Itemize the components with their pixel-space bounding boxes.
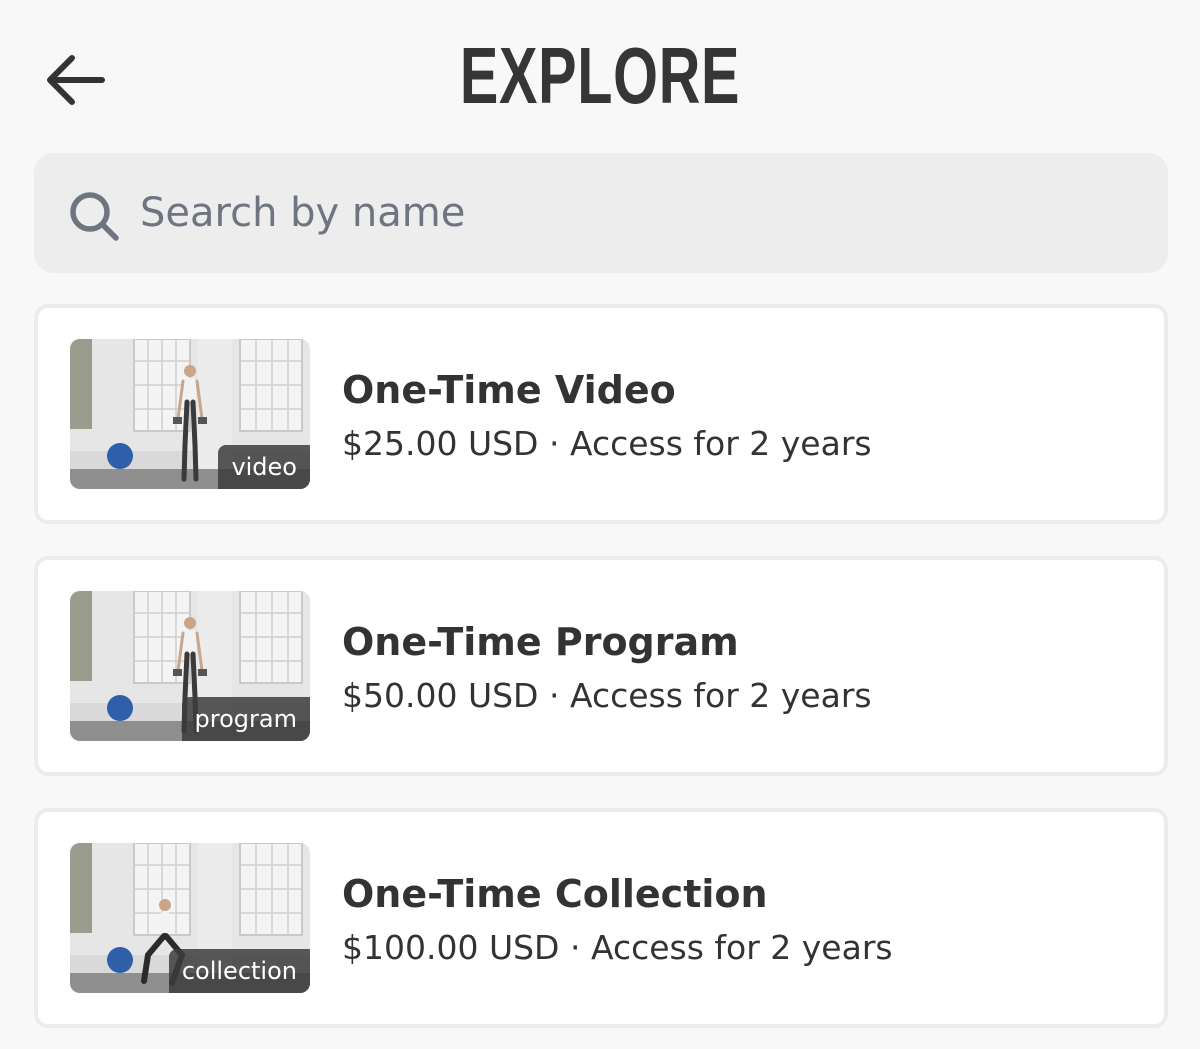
meta-separator: · (538, 424, 570, 463)
meta-separator: · (538, 676, 570, 715)
item-title: One-Time Collection (342, 872, 768, 916)
type-badge: program (181, 697, 310, 741)
type-badge: video (218, 445, 310, 489)
thumbnail-image: video (70, 339, 310, 489)
type-badge: collection (168, 949, 310, 993)
thumbnail-image: collection (70, 843, 310, 993)
item-meta: $100.00 USD · Access for 2 years (342, 926, 893, 970)
thumbnail-image: program (70, 591, 310, 741)
header: EXPLORE (0, 0, 1200, 150)
search-icon (70, 192, 119, 241)
item-title: One-Time Program (342, 620, 739, 664)
list-item[interactable]: collection One-Time Collection $100.00 U… (34, 808, 1168, 1028)
list-item[interactable]: video One-Time Video $25.00 USD · Access… (34, 304, 1168, 524)
page-title: EXPLORE (459, 31, 741, 120)
item-access: Access for 2 years (590, 928, 893, 967)
item-meta: $50.00 USD · Access for 2 years (342, 674, 872, 718)
list-item[interactable]: program One-Time Program $50.00 USD · Ac… (34, 556, 1168, 776)
item-price: $100.00 USD (342, 928, 560, 967)
item-price: $50.00 USD (342, 676, 539, 715)
item-meta: $25.00 USD · Access for 2 years (342, 422, 872, 466)
search-input[interactable] (140, 183, 1120, 243)
item-price: $25.00 USD (342, 424, 539, 463)
back-button[interactable] (36, 40, 116, 120)
item-access: Access for 2 years (569, 424, 872, 463)
item-title: One-Time Video (342, 368, 676, 412)
item-access: Access for 2 years (569, 676, 872, 715)
meta-separator: · (559, 928, 591, 967)
arrow-left-icon (47, 55, 105, 105)
explore-screen: EXPLORE video One-Time Video $25.00 USD … (0, 0, 1200, 1049)
